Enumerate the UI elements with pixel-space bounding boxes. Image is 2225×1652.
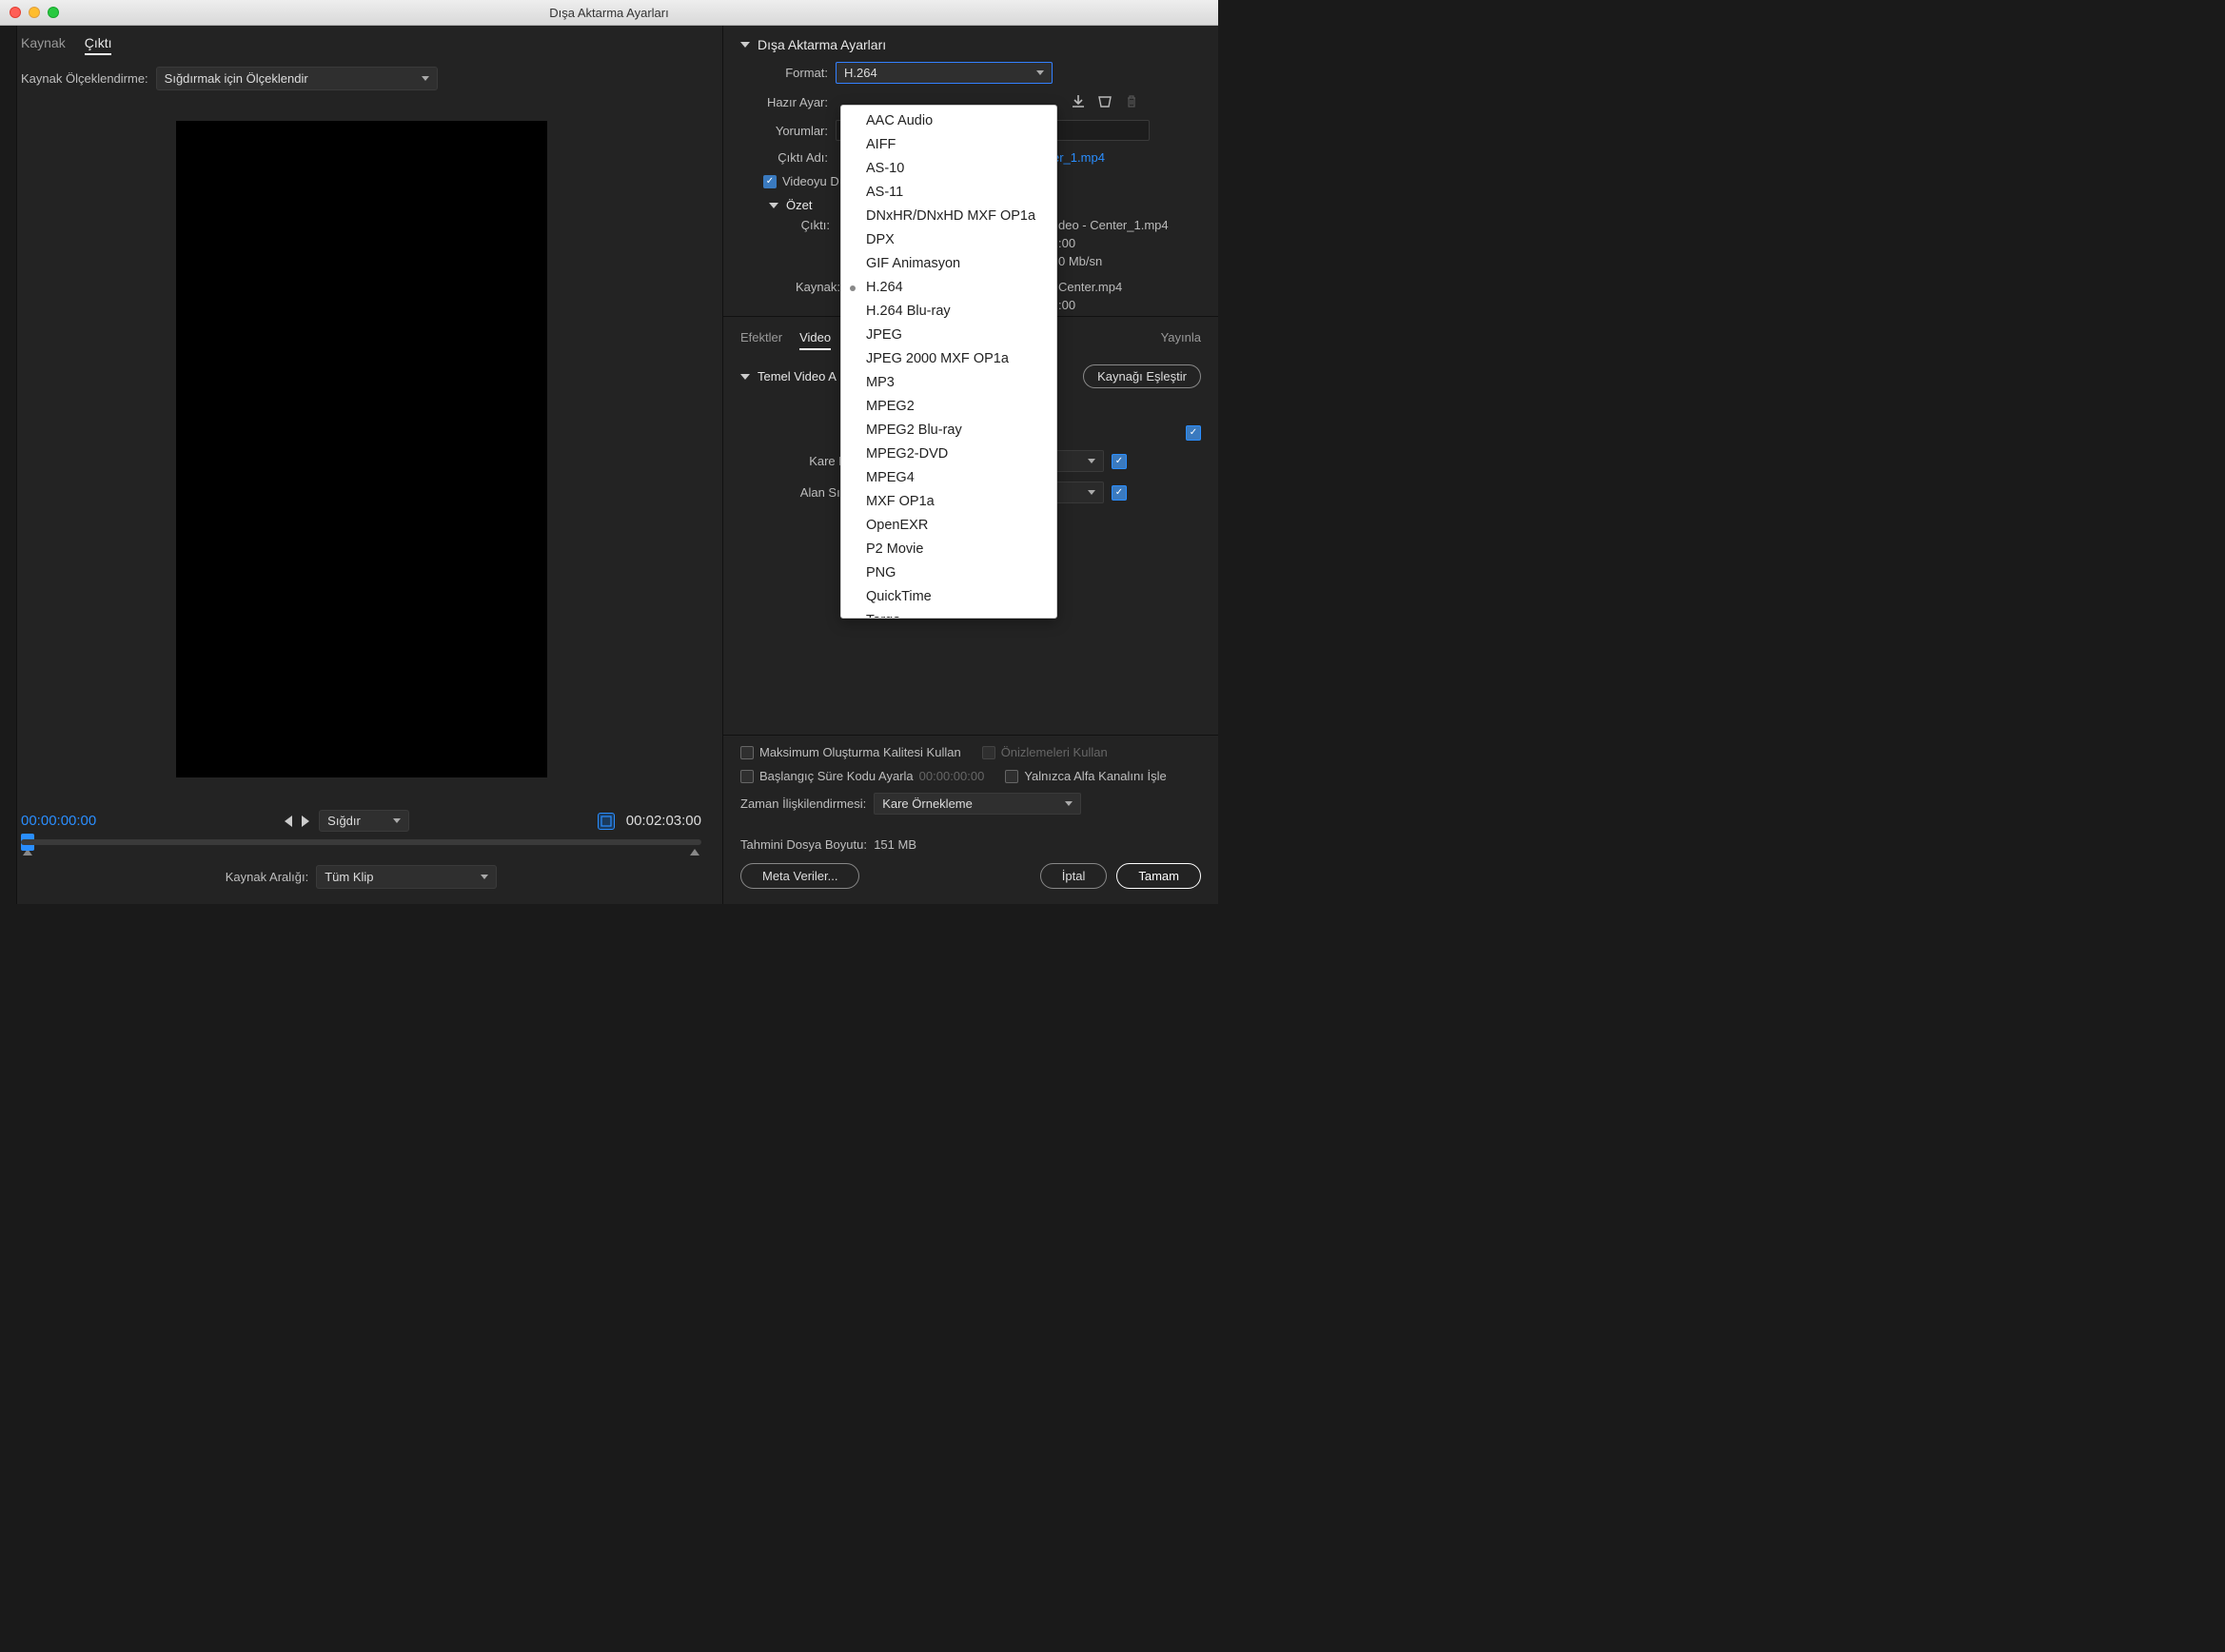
caret-down-icon xyxy=(740,374,750,380)
chevron-down-icon xyxy=(481,875,488,879)
delete-preset-icon xyxy=(1123,93,1140,110)
match-source-button[interactable]: Kaynağı Eşleştir xyxy=(1083,364,1201,388)
format-option[interactable]: MXF OP1a xyxy=(841,490,1056,514)
window-title: Dışa Aktarma Ayarları xyxy=(549,6,668,20)
source-range-select[interactable]: Tüm Klip xyxy=(316,865,497,889)
format-dropdown-list[interactable]: AAC AudioAIFFAS-10AS-11DNxHR/DNxHD MXF O… xyxy=(840,105,1057,619)
output-name-link[interactable]: er_1.mp4 xyxy=(1053,150,1105,165)
tab-source[interactable]: Kaynak xyxy=(21,35,66,55)
format-option[interactable]: AIFF xyxy=(841,133,1056,157)
format-option[interactable]: MPEG2-DVD xyxy=(841,442,1056,466)
export-settings-header[interactable]: Dışa Aktarma Ayarları xyxy=(740,37,1201,52)
format-option[interactable]: PNG xyxy=(841,561,1056,585)
format-option[interactable]: GIF Animasyon xyxy=(841,252,1056,276)
format-option[interactable]: DNxHR/DNxHD MXF OP1a xyxy=(841,205,1056,228)
time-interpolation-select[interactable]: Kare Örnekleme xyxy=(874,793,1081,815)
window-minimize-button[interactable] xyxy=(29,7,40,18)
format-option[interactable]: H.264 Blu-ray xyxy=(841,300,1056,324)
save-preset-icon[interactable] xyxy=(1070,93,1087,110)
framerate-match-check[interactable]: ✓ xyxy=(1112,454,1127,469)
format-option[interactable]: MPEG2 Blu-ray xyxy=(841,419,1056,442)
video-preview xyxy=(176,121,547,777)
window-zoom-button[interactable] xyxy=(48,7,59,18)
chevron-down-icon xyxy=(393,818,401,823)
chevron-down-icon xyxy=(1088,490,1095,495)
chevron-down-icon xyxy=(422,76,429,81)
window-titlebar: Dışa Aktarma Ayarları xyxy=(0,0,1218,26)
alpha-only-checkbox[interactable] xyxy=(1005,770,1018,783)
output-name-label: Çıktı Adı: xyxy=(740,150,836,165)
format-option[interactable]: P2 Movie xyxy=(841,538,1056,561)
format-option[interactable]: OpenEXR xyxy=(841,514,1056,538)
start-timecode-checkbox[interactable] xyxy=(740,770,754,783)
format-option[interactable]: AAC Audio xyxy=(841,109,1056,133)
format-option[interactable]: MP3 xyxy=(841,371,1056,395)
preset-label: Hazır Ayar: xyxy=(740,95,836,109)
step-forward-icon[interactable] xyxy=(302,816,309,827)
field-order-match-check[interactable]: ✓ xyxy=(1112,485,1127,501)
format-option[interactable]: Targa xyxy=(841,609,1056,619)
format-option[interactable]: AS-10 xyxy=(841,157,1056,181)
window-close-button[interactable] xyxy=(10,7,21,18)
format-option[interactable]: AS-11 xyxy=(841,181,1056,205)
use-previews-checkbox xyxy=(982,746,995,759)
timecode-out: 00:02:03:00 xyxy=(626,813,701,829)
preview-panel: Kaynak Çıktı Kaynak Ölçeklendirme: Sığdı… xyxy=(0,26,723,904)
chevron-down-icon xyxy=(1036,70,1044,75)
crop-output-button[interactable] xyxy=(598,813,615,830)
match-source-check[interactable]: ✓ xyxy=(1186,425,1201,441)
export-video-label: Videoyu D xyxy=(782,174,839,188)
cancel-button[interactable]: İptal xyxy=(1040,863,1108,889)
format-option[interactable]: H.264 xyxy=(841,276,1056,300)
format-option[interactable]: QuickTime xyxy=(841,585,1056,609)
format-option[interactable]: MPEG4 xyxy=(841,466,1056,490)
timeline-track[interactable] xyxy=(21,839,701,845)
caret-down-icon xyxy=(740,42,750,48)
source-scaling-select[interactable]: Sığdırmak için Ölçeklendir xyxy=(156,67,438,90)
format-option[interactable]: DPX xyxy=(841,228,1056,252)
comments-label: Yorumlar: xyxy=(740,124,836,138)
format-select[interactable]: H.264 xyxy=(836,62,1053,84)
format-label: Format: xyxy=(740,66,836,80)
format-option[interactable]: JPEG 2000 MXF OP1a xyxy=(841,347,1056,371)
format-option[interactable]: JPEG xyxy=(841,324,1056,347)
caret-down-icon xyxy=(769,203,778,208)
basic-video-header[interactable]: Temel Video A xyxy=(740,369,837,384)
tab-effects[interactable]: Efektler xyxy=(740,330,782,350)
source-range-label: Kaynak Aralığı: xyxy=(226,870,308,884)
max-render-quality-checkbox[interactable] xyxy=(740,746,754,759)
chevron-down-icon xyxy=(1088,459,1095,463)
ok-button[interactable]: Tamam xyxy=(1116,863,1201,889)
zoom-fit-select[interactable]: Sığdır xyxy=(319,810,409,832)
import-preset-icon[interactable] xyxy=(1096,93,1113,110)
out-point-marker[interactable] xyxy=(690,849,699,856)
step-back-icon[interactable] xyxy=(285,816,292,827)
tab-output[interactable]: Çıktı xyxy=(85,35,112,55)
metadata-button[interactable]: Meta Veriler... xyxy=(740,863,859,889)
format-option[interactable]: MPEG2 xyxy=(841,395,1056,419)
estimated-file-size: Tahmini Dosya Boyutu: 151 MB xyxy=(740,837,1201,852)
time-interpolation-label: Zaman İlişkilendirmesi: xyxy=(740,796,866,811)
chevron-down-icon xyxy=(1065,801,1073,806)
source-scaling-label: Kaynak Ölçeklendirme: xyxy=(21,71,148,86)
tab-publish[interactable]: Yayınla xyxy=(1161,330,1201,350)
timecode-in[interactable]: 00:00:00:00 xyxy=(21,813,96,829)
export-video-checkbox[interactable]: ✓ xyxy=(763,175,777,188)
tab-video[interactable]: Video xyxy=(799,330,831,350)
